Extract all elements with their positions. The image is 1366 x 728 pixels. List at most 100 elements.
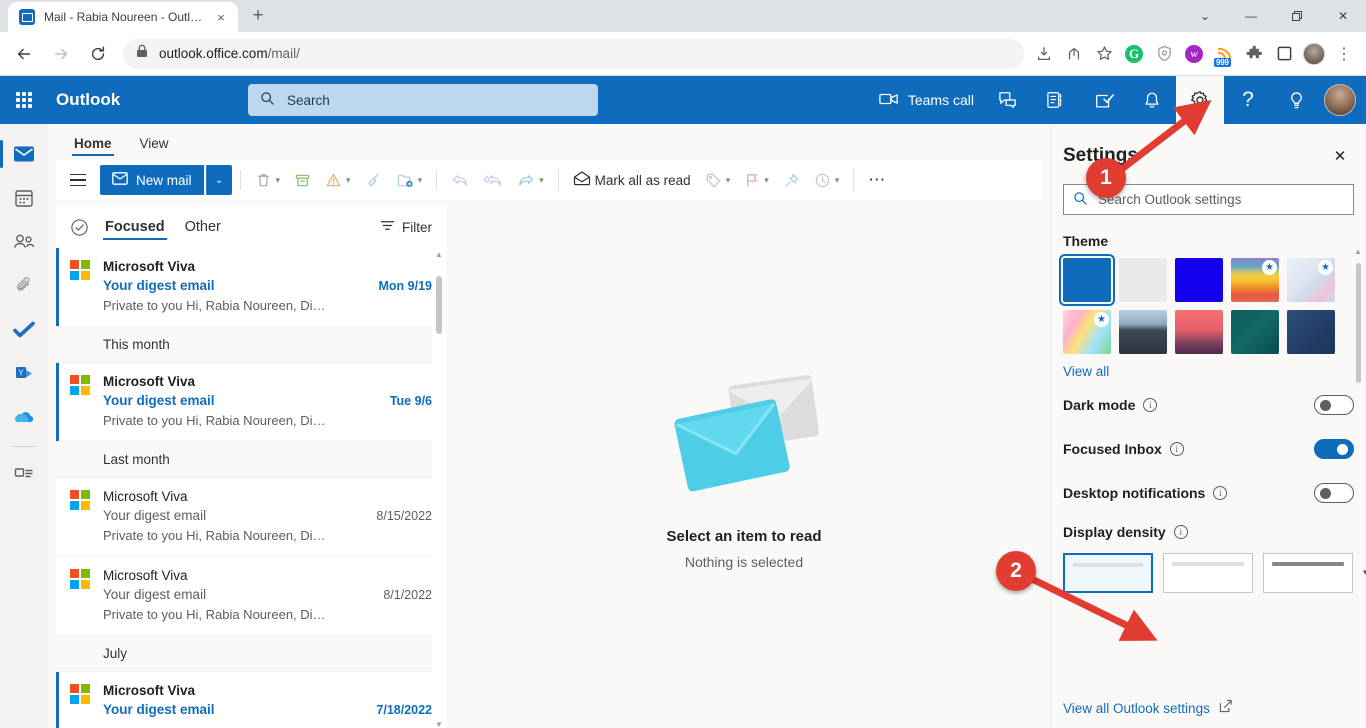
list-item[interactable]: Microsoft Viva Your digest email Tue 9/6…	[56, 363, 446, 442]
flag-icon[interactable]: ▾	[738, 164, 775, 196]
chevron-down-icon[interactable]: ▾	[764, 175, 769, 186]
sidebar-item-apps[interactable]	[0, 453, 48, 497]
teams-chat-icon[interactable]	[984, 76, 1032, 124]
tab-search-chevron-icon[interactable]: ⌄	[1182, 0, 1228, 32]
scroll-up-icon[interactable]: ▲	[435, 248, 443, 262]
sidebar-item-people[interactable]	[0, 220, 48, 264]
toggle-folder-pane-icon[interactable]	[62, 164, 94, 196]
density-option-compact[interactable]	[1263, 553, 1353, 593]
close-window-button[interactable]: ✕	[1320, 0, 1366, 32]
scroll-up-icon[interactable]: ▲	[1354, 245, 1362, 259]
delete-icon[interactable]: ▾	[249, 164, 287, 196]
theme-mountain-road[interactable]	[1119, 310, 1167, 354]
view-all-themes-link[interactable]: View all	[1063, 364, 1354, 379]
sidebar-item-to-do[interactable]	[0, 308, 48, 352]
focused-inbox-toggle[interactable]	[1314, 439, 1354, 459]
desktop-notifications-toggle[interactable]	[1314, 483, 1354, 503]
sidepanel-icon[interactable]	[1270, 40, 1298, 68]
snooze-icon[interactable]: ▾	[808, 164, 846, 196]
pivot-other[interactable]: Other	[175, 211, 231, 243]
mark-all-as-read-button[interactable]: Mark all as read	[567, 164, 697, 196]
to-do-icon[interactable]	[1080, 76, 1128, 124]
info-icon[interactable]: i	[1174, 525, 1188, 539]
wordtune-extension-icon[interactable]: w	[1180, 40, 1208, 68]
message-list-scrollbar[interactable]: ▲ ▼	[432, 248, 446, 728]
sidebar-item-onedrive[interactable]	[0, 396, 48, 440]
back-icon[interactable]	[8, 38, 40, 70]
density-option-medium[interactable]	[1163, 553, 1253, 593]
pivot-focused[interactable]: Focused	[95, 211, 175, 243]
theme-vivid-blue[interactable]	[1175, 258, 1223, 302]
scroll-thumb[interactable]	[1356, 263, 1361, 383]
list-item[interactable]: Microsoft Viva Your digest email 8/1/202…	[56, 557, 446, 636]
info-icon[interactable]: i	[1170, 442, 1184, 456]
new-tab-button[interactable]: +	[244, 2, 272, 30]
sidebar-item-files-attachments[interactable]	[0, 264, 48, 308]
density-option-full[interactable]	[1063, 553, 1153, 593]
extensions-puzzle-icon[interactable]	[1240, 40, 1268, 68]
theme-unicorn[interactable]: ★	[1063, 310, 1111, 354]
reply-all-icon[interactable]	[477, 164, 509, 196]
list-item[interactable]: Microsoft Viva Your digest email Mon 9/1…	[56, 248, 446, 327]
bookmark-star-icon[interactable]	[1090, 40, 1118, 68]
sidebar-item-calendar[interactable]	[0, 176, 48, 220]
profile-avatar[interactable]	[1300, 40, 1328, 68]
outlook-brand[interactable]: Outlook	[48, 90, 248, 110]
archive-icon[interactable]	[288, 164, 317, 196]
help-icon[interactable]: ?	[1224, 76, 1272, 124]
view-all-outlook-settings-link[interactable]: View all Outlook settings	[1063, 701, 1210, 716]
tab-view[interactable]: View	[128, 136, 181, 156]
theme-innovation-denim[interactable]	[1287, 310, 1335, 354]
tips-bulb-icon[interactable]	[1272, 76, 1320, 124]
theme-rainbow-stripes[interactable]: ★	[1231, 258, 1279, 302]
new-mail-button[interactable]: New mail	[100, 165, 204, 195]
theme-white-swirl[interactable]: ★	[1287, 258, 1335, 302]
settings-scrollbar[interactable]: ▲	[1352, 245, 1364, 659]
select-all-circle-icon[interactable]	[70, 218, 89, 237]
chevron-down-icon[interactable]: ▾	[346, 175, 351, 186]
install-app-icon[interactable]	[1030, 40, 1058, 68]
share-icon[interactable]	[1060, 40, 1088, 68]
settings-search-input[interactable]: Search Outlook settings	[1063, 184, 1354, 215]
teams-call-button[interactable]: Teams call	[869, 76, 984, 124]
scroll-thumb[interactable]	[436, 276, 442, 334]
maximize-button[interactable]	[1274, 0, 1320, 32]
scroll-down-icon[interactable]: ▼	[435, 718, 443, 728]
chevron-down-icon[interactable]: ▾	[418, 175, 423, 186]
chevron-down-icon[interactable]: ▾	[276, 175, 281, 186]
minimize-button[interactable]: —	[1228, 0, 1274, 32]
app-launcher-icon[interactable]	[0, 76, 48, 124]
tab-close-icon[interactable]: ×	[213, 9, 229, 25]
account-avatar[interactable]	[1324, 84, 1356, 116]
shield-extension-icon[interactable]	[1150, 40, 1178, 68]
onenote-feed-icon[interactable]	[1032, 76, 1080, 124]
chevron-down-icon[interactable]: ▾	[835, 175, 840, 186]
tab-home[interactable]: Home	[62, 136, 124, 156]
browser-tab[interactable]: Mail - Rabia Noureen - Outlook ×	[8, 2, 238, 32]
more-commands-button[interactable]: ⋯	[862, 164, 891, 196]
dark-mode-toggle[interactable]	[1314, 395, 1354, 415]
chevron-down-icon[interactable]: ▾	[539, 175, 544, 186]
scroll-track[interactable]	[432, 262, 446, 718]
notifications-bell-icon[interactable]	[1128, 76, 1176, 124]
feed-extension-icon[interactable]: 999	[1210, 40, 1238, 68]
sidebar-item-yammer[interactable]: Y	[0, 352, 48, 396]
forward-icon[interactable]: ▾	[511, 164, 550, 196]
grammarly-extension-icon[interactable]: G	[1120, 40, 1148, 68]
filter-button[interactable]: Filter	[380, 219, 432, 235]
sidebar-item-mail[interactable]	[0, 132, 48, 176]
new-mail-dropdown[interactable]: ⌄	[206, 165, 232, 195]
close-icon[interactable]: ✕	[1326, 142, 1354, 170]
reload-icon[interactable]	[82, 38, 114, 70]
chrome-menu-icon[interactable]: ⋮	[1330, 40, 1358, 68]
theme-palm-sunset[interactable]	[1175, 310, 1223, 354]
theme-circuit-board[interactable]	[1231, 310, 1279, 354]
info-icon[interactable]: i	[1143, 398, 1157, 412]
theme-light-grey[interactable]	[1119, 258, 1167, 302]
sweep-icon[interactable]	[359, 164, 388, 196]
list-item[interactable]: Microsoft Viva Your digest email 7/18/20…	[56, 672, 446, 728]
theme-blue-solid[interactable]	[1063, 258, 1111, 302]
search-input[interactable]: Search	[248, 84, 598, 116]
list-item[interactable]: Microsoft Viva Your digest email 8/15/20…	[56, 478, 446, 557]
chevron-down-icon[interactable]: ▾	[726, 175, 731, 186]
